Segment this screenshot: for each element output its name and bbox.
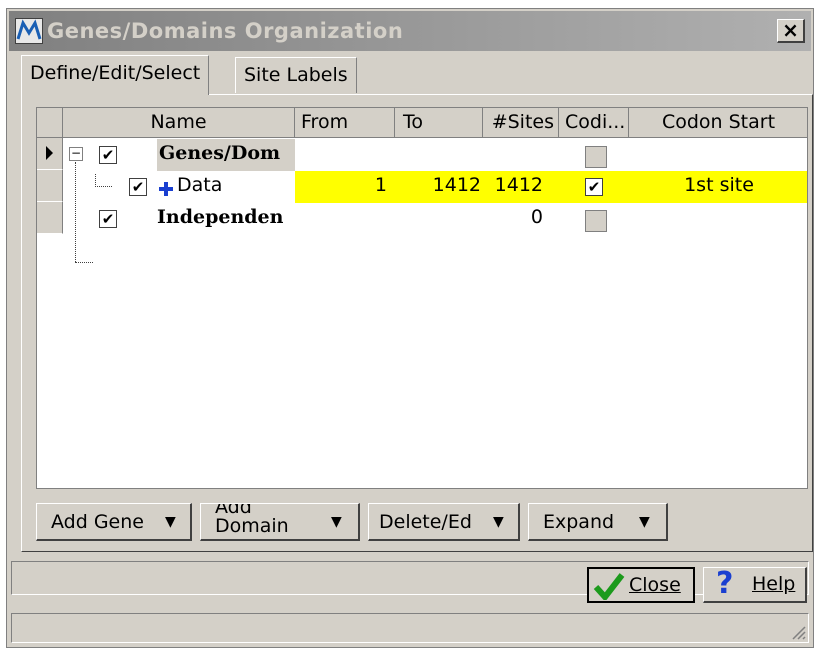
row-sites[interactable]: 1412 xyxy=(485,171,559,203)
tree-collapse-icon[interactable]: − xyxy=(69,147,83,161)
coding-checkbox[interactable] xyxy=(585,210,607,232)
window-close-button[interactable]: × xyxy=(777,19,805,43)
status-bar xyxy=(11,613,809,643)
row-codon-start[interactable]: 1st site xyxy=(629,171,807,203)
header-codon-start[interactable]: Codon Start xyxy=(629,108,807,138)
header-name[interactable]: Name xyxy=(63,108,295,138)
mega-app-icon xyxy=(15,18,43,44)
help-label: Help xyxy=(752,573,796,595)
row-checkbox[interactable]: ✔ xyxy=(129,178,147,196)
tab-define-edit-select[interactable]: Define/Edit/Select xyxy=(21,55,210,95)
tab-site-labels[interactable]: Site Labels xyxy=(235,57,357,93)
coding-checkbox[interactable] xyxy=(585,146,607,168)
row-from[interactable]: 1 xyxy=(295,171,395,203)
add-gene-button[interactable]: Add Gene ▼ xyxy=(36,503,192,541)
header-sites[interactable]: #Sites xyxy=(483,108,559,138)
close-button[interactable]: Close xyxy=(587,567,695,603)
checkmark-icon xyxy=(593,573,625,600)
row-indicator[interactable] xyxy=(37,170,63,202)
add-domain-button[interactable]: Add Domain ▼ xyxy=(200,503,360,541)
header-to[interactable]: To xyxy=(395,108,483,138)
row-to[interactable]: 1412 xyxy=(395,171,485,203)
window-title: Genes/Domains Organization xyxy=(47,19,404,43)
header-coding[interactable]: Codi... xyxy=(559,108,629,138)
genes-domains-window: Genes/Domains Organization × Define/Edit… xyxy=(6,8,814,648)
expand-button[interactable]: Expand ▼ xyxy=(528,503,668,541)
coding-checkbox[interactable]: ✔ xyxy=(585,178,603,196)
row-name[interactable]: Genes/Dom xyxy=(157,139,295,171)
row-indicator[interactable] xyxy=(37,202,63,234)
row-coding-cell[interactable]: ✔ xyxy=(559,171,629,203)
row-name[interactable]: Independen xyxy=(157,203,295,235)
help-question-icon: ? xyxy=(716,566,734,601)
tree-line xyxy=(75,162,76,262)
genes-domains-grid[interactable]: Name From To #Sites Codi... Codon Start … xyxy=(36,107,808,489)
row-checkbox[interactable]: ✔ xyxy=(99,210,117,228)
help-button[interactable]: ? Help xyxy=(703,566,807,603)
title-bar[interactable]: Genes/Domains Organization × xyxy=(9,11,811,51)
row-name[interactable]: Data xyxy=(177,171,295,203)
row-checkbox[interactable]: ✔ xyxy=(99,146,117,164)
row-pointer-icon xyxy=(46,146,53,160)
chevron-down-icon: ▼ xyxy=(331,514,342,530)
tree-line xyxy=(95,174,112,187)
expand-label: Expand xyxy=(543,511,615,533)
row-sites[interactable]: 0 xyxy=(485,203,559,235)
chevron-down-icon: ▼ xyxy=(165,514,176,530)
header-corner xyxy=(37,108,63,138)
domain-plus-icon xyxy=(159,182,173,196)
chevron-down-icon: ▼ xyxy=(639,514,650,530)
add-gene-label: Add Gene xyxy=(51,511,144,533)
tree-line xyxy=(75,248,93,263)
header-from[interactable]: From xyxy=(295,108,395,138)
chevron-down-icon: ▼ xyxy=(493,514,504,530)
delete-edit-label: Delete/Ed xyxy=(379,511,472,533)
row-indicator[interactable] xyxy=(37,138,63,170)
tab-panel: Name From To #Sites Codi... Codon Start … xyxy=(21,94,813,552)
delete-edit-button[interactable]: Delete/Ed ▼ xyxy=(368,503,520,541)
add-domain-label: Add Domain xyxy=(215,503,289,537)
close-label: Close xyxy=(629,574,681,596)
resize-grip-icon[interactable] xyxy=(788,622,806,640)
